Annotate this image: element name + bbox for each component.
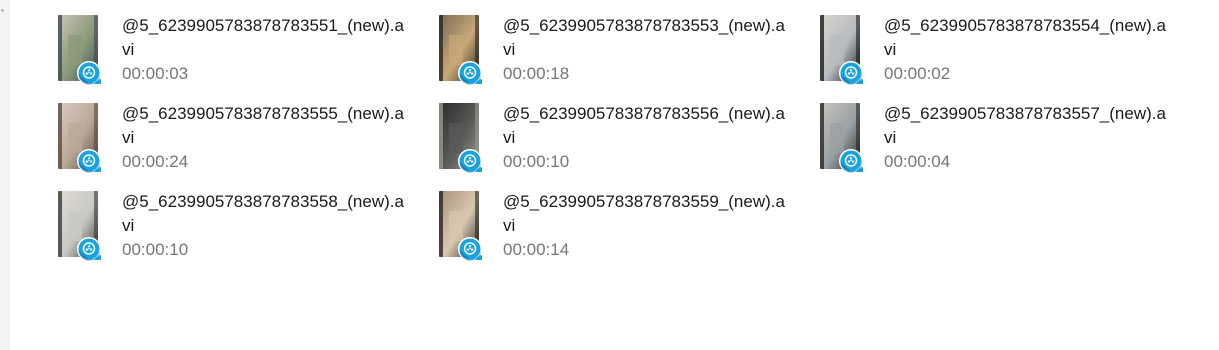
video-thumbnail	[820, 103, 863, 173]
video-file-icon	[76, 60, 102, 86]
file-name: @5_6239905783878783551_(new).avi	[122, 16, 404, 59]
file-grid: @5_6239905783878783551_(new).avi 00:00:03…	[0, 0, 1219, 350]
video-file-icon	[838, 60, 864, 86]
file-name: @5_6239905783878783559_(new).avi	[503, 192, 785, 235]
video-thumbnail	[439, 15, 482, 85]
file-duration: 00:00:10	[122, 240, 189, 259]
video-thumbnail	[439, 191, 482, 261]
file-item[interactable]: @5_6239905783878783558_(new).avi 00:00:10	[58, 191, 428, 271]
file-name: @5_6239905783878783555_(new).avi	[122, 104, 404, 147]
file-item[interactable]: @5_6239905783878783551_(new).avi 00:00:03	[58, 15, 428, 95]
file-item[interactable]: @5_6239905783878783554_(new).avi 00:00:02	[820, 15, 1190, 95]
file-duration: 00:00:14	[503, 240, 570, 259]
video-file-icon	[457, 236, 483, 262]
file-item[interactable]: @5_6239905783878783553_(new).avi 00:00:18	[439, 15, 809, 95]
file-name: @5_6239905783878783553_(new).avi	[503, 16, 785, 59]
video-file-icon	[76, 236, 102, 262]
video-thumbnail	[820, 15, 863, 85]
file-duration: 00:00:10	[503, 152, 570, 171]
file-name: @5_6239905783878783557_(new).avi	[884, 104, 1166, 147]
file-item[interactable]: @5_6239905783878783557_(new).avi 00:00:04	[820, 103, 1190, 183]
video-file-icon	[76, 148, 102, 174]
video-thumbnail	[58, 191, 101, 261]
video-thumbnail	[439, 103, 482, 173]
file-name: @5_6239905783878783558_(new).avi	[122, 192, 404, 235]
file-name: @5_6239905783878783556_(new).avi	[503, 104, 785, 147]
video-file-icon	[838, 148, 864, 174]
video-file-icon	[457, 60, 483, 86]
video-file-icon	[457, 148, 483, 174]
file-name: @5_6239905783878783554_(new).avi	[884, 16, 1166, 59]
file-duration: 00:00:03	[122, 64, 189, 83]
file-duration: 00:00:24	[122, 152, 189, 171]
file-duration: 00:00:18	[503, 64, 570, 83]
file-duration: 00:00:04	[884, 152, 951, 171]
file-item[interactable]: @5_6239905783878783556_(new).avi 00:00:10	[439, 103, 809, 183]
file-item[interactable]: @5_6239905783878783555_(new).avi 00:00:24	[58, 103, 428, 183]
file-item[interactable]: @5_6239905783878783559_(new).avi 00:00:14	[439, 191, 809, 271]
video-thumbnail	[58, 103, 101, 173]
file-duration: 00:00:02	[884, 64, 951, 83]
video-thumbnail	[58, 15, 101, 85]
